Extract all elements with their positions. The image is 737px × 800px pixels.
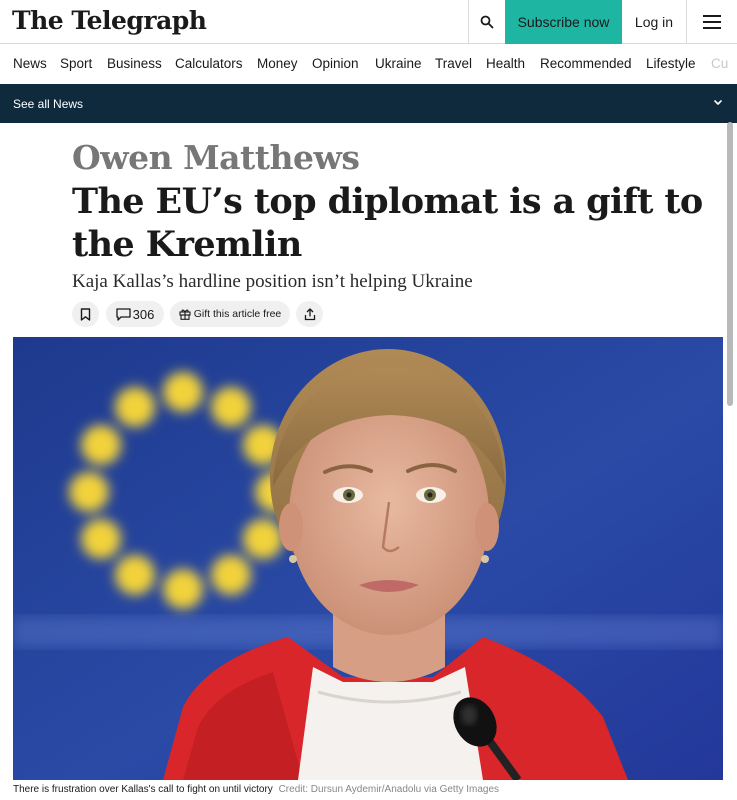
headline: The EU’s top diplomat is a gift to the K… <box>72 181 703 265</box>
see-all-news-link[interactable]: See all News <box>13 97 83 111</box>
gift-article-button[interactable]: Gift this article free <box>170 301 290 327</box>
menu-button[interactable] <box>687 0 737 44</box>
share-icon <box>304 307 315 320</box>
nav-item-lifestyle[interactable]: Lifestyle <box>646 56 696 71</box>
comment-icon <box>115 307 131 321</box>
gift-label: Gift this article free <box>193 308 282 320</box>
nav-item-money[interactable]: Money <box>257 56 298 71</box>
site-logo[interactable]: The Telegraph <box>12 4 207 38</box>
bookmark-icon <box>80 307 91 321</box>
image-credit: Credit: Dursun Aydemir/Anadolu via Getty… <box>278 784 500 795</box>
hero-image <box>13 337 723 780</box>
site-header: The Telegraph Subscribe now Log in <box>0 0 737 44</box>
standfirst: Kaja Kallas’s hardline position isn’t he… <box>72 271 473 292</box>
nav-item-travel[interactable]: Travel <box>435 56 472 71</box>
nav-item-ukraine[interactable]: Ukraine <box>375 56 422 71</box>
comments-button[interactable]: 306 <box>106 301 164 327</box>
author-name[interactable]: Owen Matthews <box>72 138 360 177</box>
nav-item-calculators[interactable]: Calculators <box>175 56 243 71</box>
share-button[interactable] <box>296 301 323 327</box>
login-button[interactable]: Log in <box>622 0 686 44</box>
nav-item-sport[interactable]: Sport <box>60 56 92 71</box>
scrollbar[interactable] <box>727 122 733 406</box>
comment-count: 306 <box>132 306 155 322</box>
search-icon <box>480 15 493 29</box>
image-caption: There is frustration over Kallas's call … <box>13 784 499 795</box>
section-nav: News Sport Business Calculators Money Op… <box>0 44 737 84</box>
nav-item-opinion[interactable]: Opinion <box>312 56 359 71</box>
nav-item-news[interactable]: News <box>13 56 47 71</box>
nav-item-recommended[interactable]: Recommended <box>540 56 632 71</box>
gift-icon <box>179 309 191 320</box>
nav-item-business[interactable]: Business <box>107 56 162 71</box>
subscribe-button[interactable]: Subscribe now <box>505 0 622 44</box>
nav-item-health[interactable]: Health <box>486 56 525 71</box>
bookmark-button[interactable] <box>72 301 99 327</box>
chevron-down-icon[interactable] <box>712 96 724 108</box>
caption-text: There is frustration over Kallas's call … <box>13 784 273 795</box>
search-button[interactable] <box>468 0 505 44</box>
hamburger-menu-icon <box>703 15 721 29</box>
nav-item-overflow[interactable]: Cu <box>711 56 728 71</box>
section-bar: See all News <box>0 84 737 123</box>
